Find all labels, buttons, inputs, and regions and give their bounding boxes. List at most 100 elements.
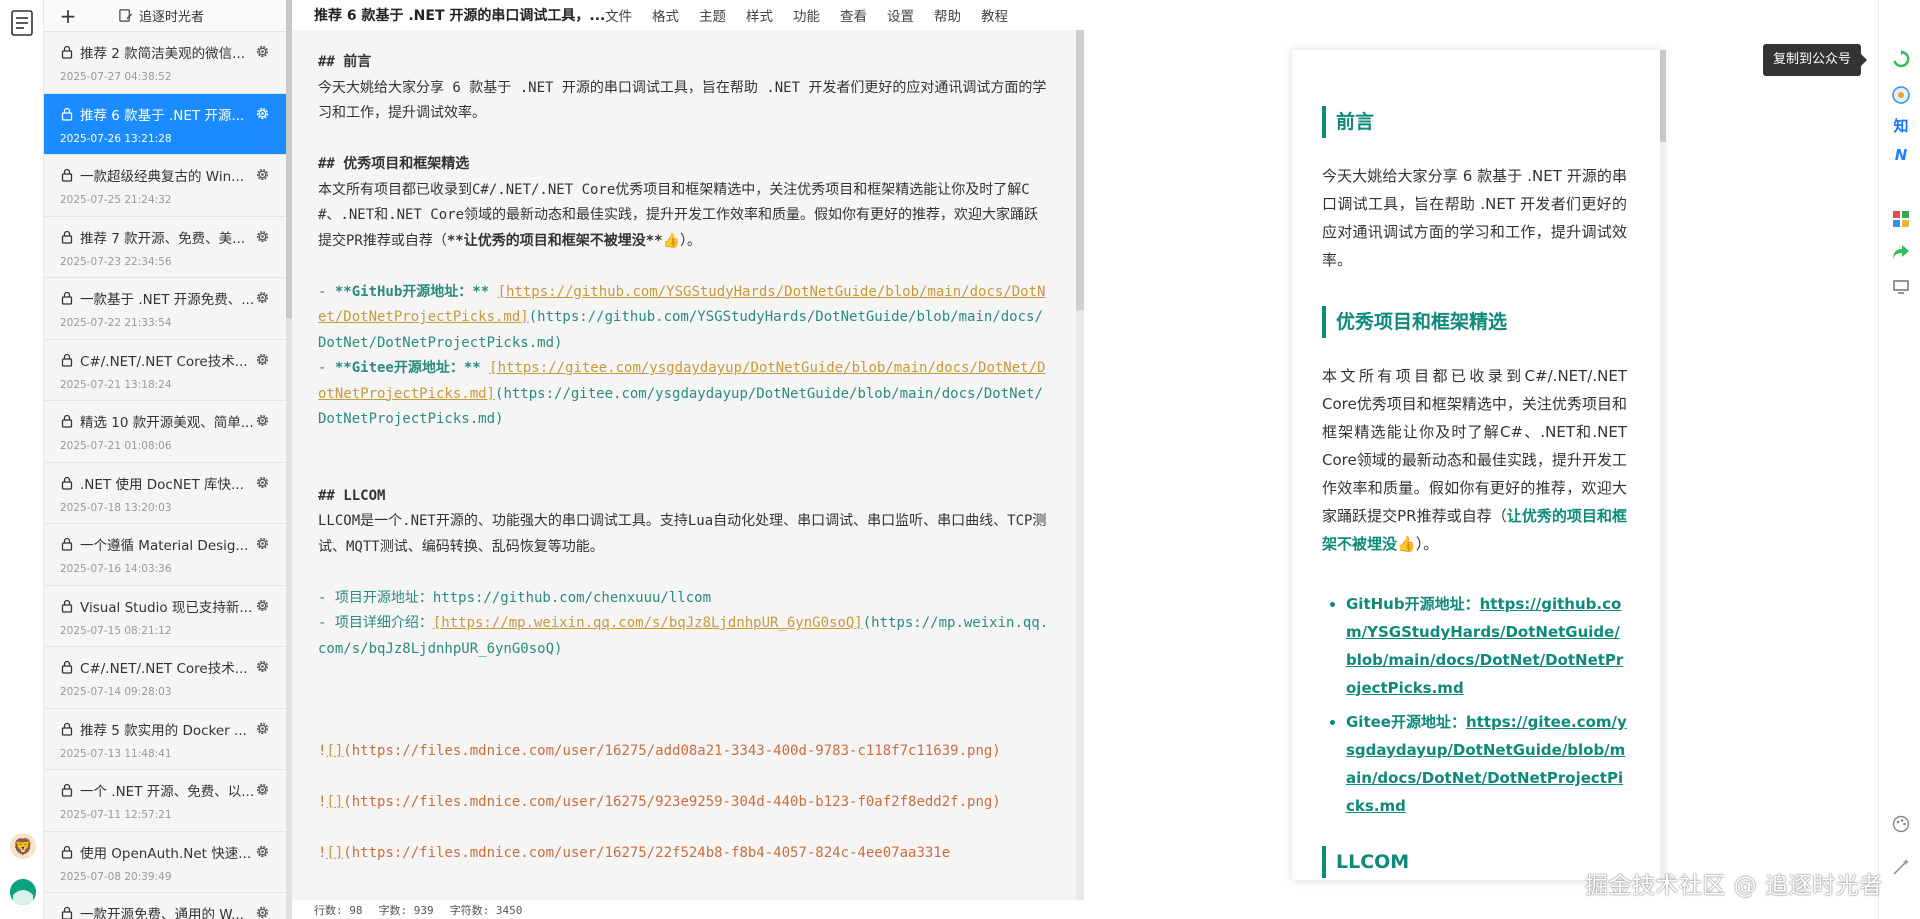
user-switch[interactable]: 追逐时光者 [92, 6, 204, 25]
article-title: Visual Studio 现已支持新... [80, 599, 253, 616]
user-avatar[interactable]: 🦁 [10, 833, 36, 859]
word-count: 字数: 939 [378, 903, 434, 917]
article-title: 使用 OpenAuth.Net 快速... [80, 845, 252, 862]
lock-icon [61, 230, 73, 244]
share-icon[interactable] [1890, 241, 1912, 263]
gear-icon[interactable] [255, 536, 270, 551]
add-article-button[interactable]: + [44, 0, 92, 32]
list-item: Gitee开源地址：https://gitee.com/ysgdaydayup/… [1346, 708, 1627, 820]
menu-item[interactable]: 设置 [887, 5, 914, 25]
gear-icon[interactable] [255, 782, 270, 797]
article-item[interactable]: 一款基于 .NET 开源免费、... 2025-07-22 21:33:54 [44, 278, 286, 340]
article-item[interactable]: .NET 使用 DocNET 库快... 2025-07-18 13:20:03 [44, 463, 286, 524]
menu-item[interactable]: 格式 [652, 5, 679, 25]
editor-text-segment: (https://files.mdnice.com/user/16275/22f… [343, 844, 951, 861]
editor-line: ![](https://files.mdnice.com/user/16275/… [318, 841, 1050, 867]
article-title: 推荐 5 款实用的 Docker ... [80, 722, 247, 739]
gear-icon[interactable] [255, 167, 270, 182]
editor-scrollbar[interactable] [1076, 30, 1084, 900]
zhihu-icon[interactable]: 知 [1890, 114, 1912, 136]
editor-text-segment: ## 优秀项目和框架精选 [318, 156, 470, 172]
menu-item[interactable]: 教程 [981, 5, 1008, 25]
juejin-icon[interactable]: N [1890, 144, 1912, 166]
lock-icon [61, 906, 73, 919]
menu-item[interactable]: 样式 [746, 5, 773, 25]
lock-icon [61, 45, 73, 59]
lock-icon [61, 599, 73, 613]
gear-icon[interactable] [255, 659, 270, 674]
article-item[interactable]: 一个遵循 Material Desig... 2025-07-16 14:03:3… [44, 524, 286, 586]
article-item[interactable]: 一款超级经典复古的 Win... 2025-07-25 21:24:32 [44, 155, 286, 217]
editor-text-segment: (https://files.mdnice.com/user/16275/923… [343, 793, 1001, 810]
palette-icon[interactable] [1890, 813, 1912, 835]
menu-item[interactable]: 功能 [793, 5, 820, 25]
document-title: 推荐 6 款基于 .NET 开源的串口调试工具，... [314, 8, 605, 24]
editor-text-segment: **GitHub开源地址：** [334, 283, 498, 300]
zhihu-avatar-icon[interactable] [1890, 84, 1912, 106]
article-title-row: C#/.NET/.NET Core技术... [60, 657, 272, 677]
editor-line: - 项目开源地址：https://github.com/chenxuuu/llc… [318, 586, 1050, 612]
menu-item[interactable]: 查看 [840, 5, 867, 25]
sidebar-header: + 追逐时光者 [44, 0, 286, 32]
article-item[interactable]: 推荐 7 款开源、免费、美... 2025-07-23 22:34:56 [44, 217, 286, 278]
grid-icon[interactable] [1890, 208, 1912, 230]
article-title: 推荐 7 款开源、免费、美... [80, 230, 246, 247]
article-title: C#/.NET/.NET Core技术... [80, 353, 248, 370]
article-title: C#/.NET/.NET Core技术... [80, 661, 248, 677]
gear-icon[interactable] [255, 106, 270, 121]
menu-item[interactable]: 帮助 [934, 5, 961, 25]
left-rail: 🦁 [0, 0, 44, 919]
article-item[interactable]: 推荐 6 款基于 .NET 开源... 2025-07-26 13:21:28 [44, 93, 286, 155]
article-title-row: 一款开源免费、通用的 W... [60, 903, 272, 919]
menu-item[interactable]: 主题 [699, 5, 726, 25]
article-title: 一款开源免费、通用的 W... [80, 907, 244, 919]
article-list: 推荐 2 款简洁美观的微信... 2025-07-27 04:38:52 推荐 6 … [44, 32, 286, 919]
gear-icon[interactable] [255, 229, 270, 244]
wechat-copy-icon[interactable] [1890, 48, 1912, 70]
markdown-editor[interactable]: ## 前言 今天大姚给大家分享 6 款基于 .NET 开源的串口调试工具，旨在帮助… [292, 30, 1080, 900]
preview-heading-intro: 前言 [1322, 106, 1627, 138]
article-date: 2025-07-18 13:20:03 [60, 501, 172, 514]
lock-icon [61, 414, 73, 428]
lock-icon [61, 291, 73, 305]
article-item[interactable]: 使用 OpenAuth.Net 快速... 2025-07-08 20:39:49 [44, 832, 286, 893]
article-item[interactable]: 一个 .NET 开源、免费、以... 2025-07-11 12:57:21 [44, 770, 286, 832]
mdnice-logo-icon[interactable] [10, 879, 36, 905]
editor-text-segment: ## 前言 [318, 54, 372, 70]
gear-icon[interactable] [255, 352, 270, 367]
gear-icon[interactable] [255, 413, 270, 428]
editor-text-segment: - [318, 360, 335, 376]
gear-icon[interactable] [255, 598, 270, 613]
lock-icon [61, 660, 73, 674]
gear-icon[interactable] [255, 721, 270, 736]
gear-icon[interactable] [255, 905, 270, 919]
article-item[interactable]: C#/.NET/.NET Core技术... 2025-07-21 13:18:2… [44, 340, 286, 401]
monitor-icon[interactable] [1890, 276, 1912, 298]
picks-text: 本文所有项目都已收录到C#/.NET/.NET Core优秀项目和框架精选中，关… [1322, 367, 1627, 525]
gear-icon[interactable] [255, 290, 270, 305]
magic-wand-icon[interactable] [1890, 856, 1912, 878]
lock-icon [61, 476, 73, 490]
gear-icon[interactable] [255, 475, 270, 490]
article-item[interactable]: 推荐 5 款实用的 Docker ... 2025-07-13 11:48:41 [44, 709, 286, 770]
copy-tooltip: 复制到公众号 [1763, 44, 1868, 76]
article-item[interactable]: 精选 10 款开源美观、简单... 2025-07-21 01:08:06 [44, 401, 286, 463]
article-item[interactable]: C#/.NET/.NET Core技术... 2025-07-14 09:28:0… [44, 647, 286, 709]
article-item[interactable]: Visual Studio 现已支持新... 2025-07-15 08:21:1… [44, 586, 286, 647]
document-icon[interactable] [9, 9, 35, 37]
picks-end: ）。 [1415, 535, 1439, 553]
preview-scrollbar[interactable] [1660, 50, 1666, 880]
article-title-row: 一款超级经典复古的 Win... [60, 165, 272, 185]
editor-text-segment: - 项目开源地址：https://github.com/chenxuuu/llc… [318, 589, 712, 606]
article-title: 一个遵循 Material Desig... [80, 538, 249, 554]
article-item[interactable]: 一款开源免费、通用的 W... [44, 893, 286, 919]
editor-line: ## LLCOM [318, 484, 1050, 510]
watermark: 掘金技术社区 @ 追逐时光者 [1585, 873, 1883, 899]
preview-heading-llcom: LLCOM [1322, 846, 1627, 878]
lock-icon [61, 722, 73, 736]
gear-icon[interactable] [255, 44, 270, 59]
gear-icon[interactable] [255, 844, 270, 859]
article-date: 2025-07-27 04:38:52 [60, 71, 172, 83]
menu-item[interactable]: 文件 [605, 5, 632, 25]
article-item[interactable]: 推荐 2 款简洁美观的微信... 2025-07-27 04:38:52 [44, 32, 286, 94]
